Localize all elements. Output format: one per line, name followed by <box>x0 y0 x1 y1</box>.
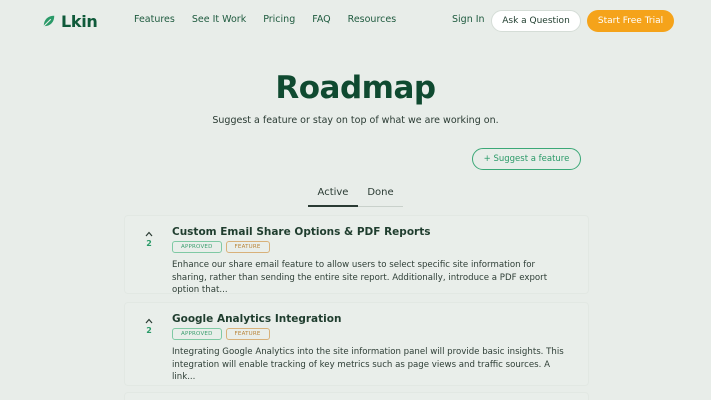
sign-in-link[interactable]: Sign In <box>452 14 485 25</box>
vote-count: 2 <box>146 326 152 335</box>
status-badge: APPROVED <box>172 241 222 253</box>
item-badges: APPROVED FEATURE <box>172 328 270 340</box>
roadmap-item[interactable] <box>124 392 589 400</box>
nav-links: Features See It Work Pricing FAQ Resourc… <box>134 14 396 25</box>
item-badges: APPROVED FEATURE <box>172 241 270 253</box>
item-description: Enhance our share email feature to allow… <box>172 260 548 295</box>
type-badge: FEATURE <box>225 328 270 340</box>
brand-logo[interactable]: Lkin <box>42 10 98 32</box>
roadmap-item[interactable]: 2 Google Analytics Integration APPROVED … <box>124 302 589 386</box>
page-subtitle: Suggest a feature or stay on top of what… <box>212 115 499 126</box>
top-nav: Lkin Features See It Work Pricing FAQ Re… <box>0 0 711 42</box>
nav-link-faq[interactable]: FAQ <box>312 14 330 25</box>
leaf-icon <box>43 15 55 27</box>
tab-done[interactable]: Done <box>358 187 403 207</box>
brand-name: Lkin <box>61 11 98 31</box>
item-title[interactable]: Google Analytics Integration <box>172 313 341 325</box>
type-badge: FEATURE <box>225 241 270 253</box>
nav-link-see-it-work[interactable]: See It Work <box>192 14 246 25</box>
suggest-feature-button[interactable]: + Suggest a feature <box>472 148 581 170</box>
roadmap-tabs: Active Done <box>308 187 403 207</box>
nav-link-features[interactable]: Features <box>134 14 175 25</box>
upvote-button[interactable]: 2 <box>137 315 161 341</box>
nav-link-pricing[interactable]: Pricing <box>263 14 295 25</box>
chevron-up-icon <box>145 231 153 237</box>
page-title: Roadmap <box>275 70 436 106</box>
chevron-up-icon <box>145 318 153 324</box>
tab-active[interactable]: Active <box>308 187 358 207</box>
upvote-button[interactable]: 2 <box>137 228 161 254</box>
vote-count: 2 <box>146 239 152 248</box>
item-title[interactable]: Custom Email Share Options & PDF Reports <box>172 226 430 238</box>
status-badge: APPROVED <box>172 328 222 340</box>
start-free-trial-button[interactable]: Start Free Trial <box>587 10 674 32</box>
ask-question-button[interactable]: Ask a Question <box>491 10 581 32</box>
roadmap-item[interactable]: 2 Custom Email Share Options & PDF Repor… <box>124 215 589 295</box>
item-description: Integrating Google Analytics into the si… <box>172 347 564 382</box>
nav-link-resources[interactable]: Resources <box>348 14 397 25</box>
